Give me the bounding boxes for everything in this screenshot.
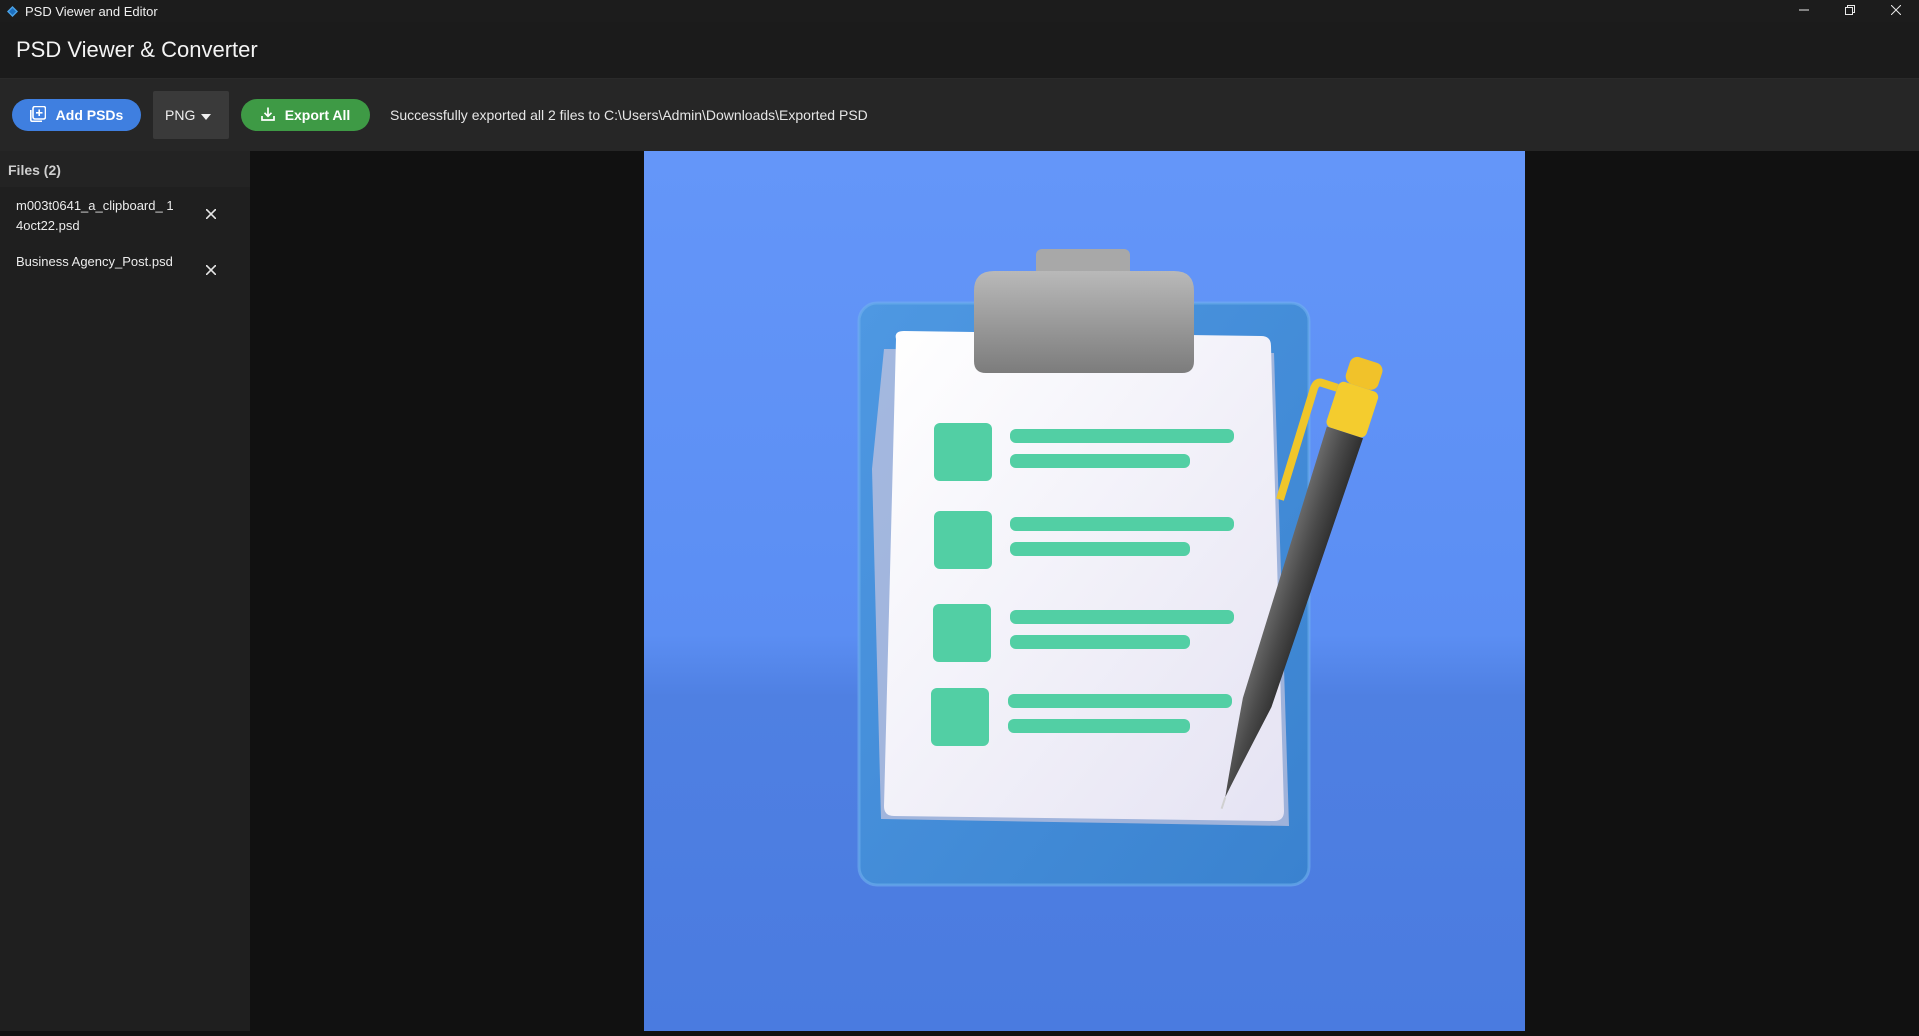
format-value: PNG bbox=[165, 107, 196, 123]
minimize-button[interactable] bbox=[1781, 0, 1827, 22]
window-title: PSD Viewer and Editor bbox=[25, 3, 158, 19]
file-sidebar: Files (2) m003t0641_a_clipboard_ 14oct22… bbox=[0, 151, 250, 1031]
close-window-button[interactable] bbox=[1873, 0, 1919, 22]
page-title: PSD Viewer & Converter bbox=[16, 37, 258, 62]
status-message: Successfully exported all 2 files to C:\… bbox=[390, 107, 868, 123]
close-icon bbox=[205, 262, 217, 280]
window-controls bbox=[1781, 0, 1919, 22]
restore-icon bbox=[1845, 2, 1855, 20]
minimize-icon bbox=[1799, 2, 1809, 20]
toolbar: Add PSDs PNG Export All Successfully exp… bbox=[0, 79, 1919, 151]
files-header: Files (2) bbox=[0, 151, 250, 187]
app-logo-icon bbox=[6, 5, 18, 17]
remove-file-button[interactable] bbox=[202, 262, 220, 280]
add-psds-label: Add PSDs bbox=[55, 107, 124, 123]
caret-down-icon bbox=[201, 107, 212, 123]
download-icon bbox=[260, 107, 275, 124]
title-bar: PSD Viewer and Editor bbox=[0, 0, 1919, 22]
remove-file-button[interactable] bbox=[202, 206, 220, 224]
file-list-item[interactable]: Business Agency_Post.psd bbox=[0, 243, 250, 299]
close-icon bbox=[1890, 2, 1902, 20]
restore-button[interactable] bbox=[1827, 0, 1873, 22]
add-image-icon bbox=[29, 105, 46, 125]
file-list-item[interactable]: m003t0641_a_clipboard_ 14oct22.psd bbox=[0, 187, 250, 243]
file-name: m003t0641_a_clipboard_ 14oct22.psd bbox=[16, 198, 174, 233]
close-icon bbox=[205, 206, 217, 224]
preview-area bbox=[250, 151, 1919, 1031]
app-header: PSD Viewer & Converter bbox=[0, 22, 1919, 79]
psd-preview-image bbox=[644, 151, 1525, 1031]
file-name: Business Agency_Post.psd bbox=[16, 254, 173, 269]
export-all-button[interactable]: Export All bbox=[241, 99, 370, 131]
add-psds-button[interactable]: Add PSDs bbox=[12, 99, 141, 131]
format-dropdown[interactable]: PNG bbox=[153, 91, 229, 139]
export-all-label: Export All bbox=[284, 107, 351, 123]
